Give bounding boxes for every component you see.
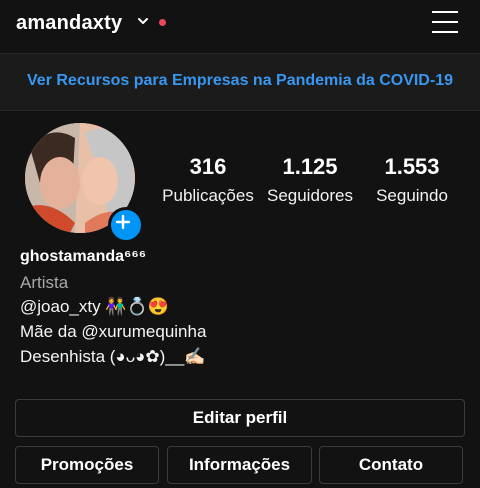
info-button[interactable]: Informações: [167, 446, 312, 484]
bio-line: Desenhista (◕ᴗ◕✿)__✍🏻: [20, 347, 206, 366]
followers-count: 1.125: [282, 154, 338, 179]
posts-label: Publicações: [162, 186, 254, 205]
top-bar: amandaxty: [0, 0, 480, 52]
add-story-button[interactable]: [108, 207, 144, 243]
stat-posts[interactable]: 316 Publicações: [158, 154, 258, 206]
posts-count: 316: [189, 154, 227, 179]
contact-button[interactable]: Contato: [319, 446, 463, 484]
followers-label: Seguidores: [266, 186, 353, 205]
edit-profile-button[interactable]: Editar perfil: [15, 399, 465, 437]
chevron-down-icon[interactable]: [136, 14, 150, 28]
username-title[interactable]: amandaxty: [16, 12, 122, 35]
bio-line[interactable]: Mãe da @xurumequinha: [20, 322, 206, 342]
covid-banner[interactable]: Ver Recursos para Empresas na Pandemia d…: [0, 53, 480, 111]
profile-category: Artista: [20, 273, 69, 292]
display-name: ghostamanda⁶⁶⁶: [20, 248, 147, 265]
bio-line[interactable]: @joao_xty 👫💍😍: [20, 297, 169, 317]
plus-icon: [115, 214, 131, 230]
stat-followers[interactable]: 1.125 Seguidores: [260, 154, 360, 206]
following-label: Seguindo: [376, 186, 448, 205]
notification-dot: [159, 19, 166, 26]
promotions-button[interactable]: Promoções: [15, 446, 159, 484]
stat-following[interactable]: 1.553 Seguindo: [362, 154, 462, 206]
following-count: 1.553: [384, 154, 440, 179]
banner-link[interactable]: Ver Recursos para Empresas na Pandemia d…: [0, 72, 480, 90]
menu-icon[interactable]: [430, 9, 462, 37]
